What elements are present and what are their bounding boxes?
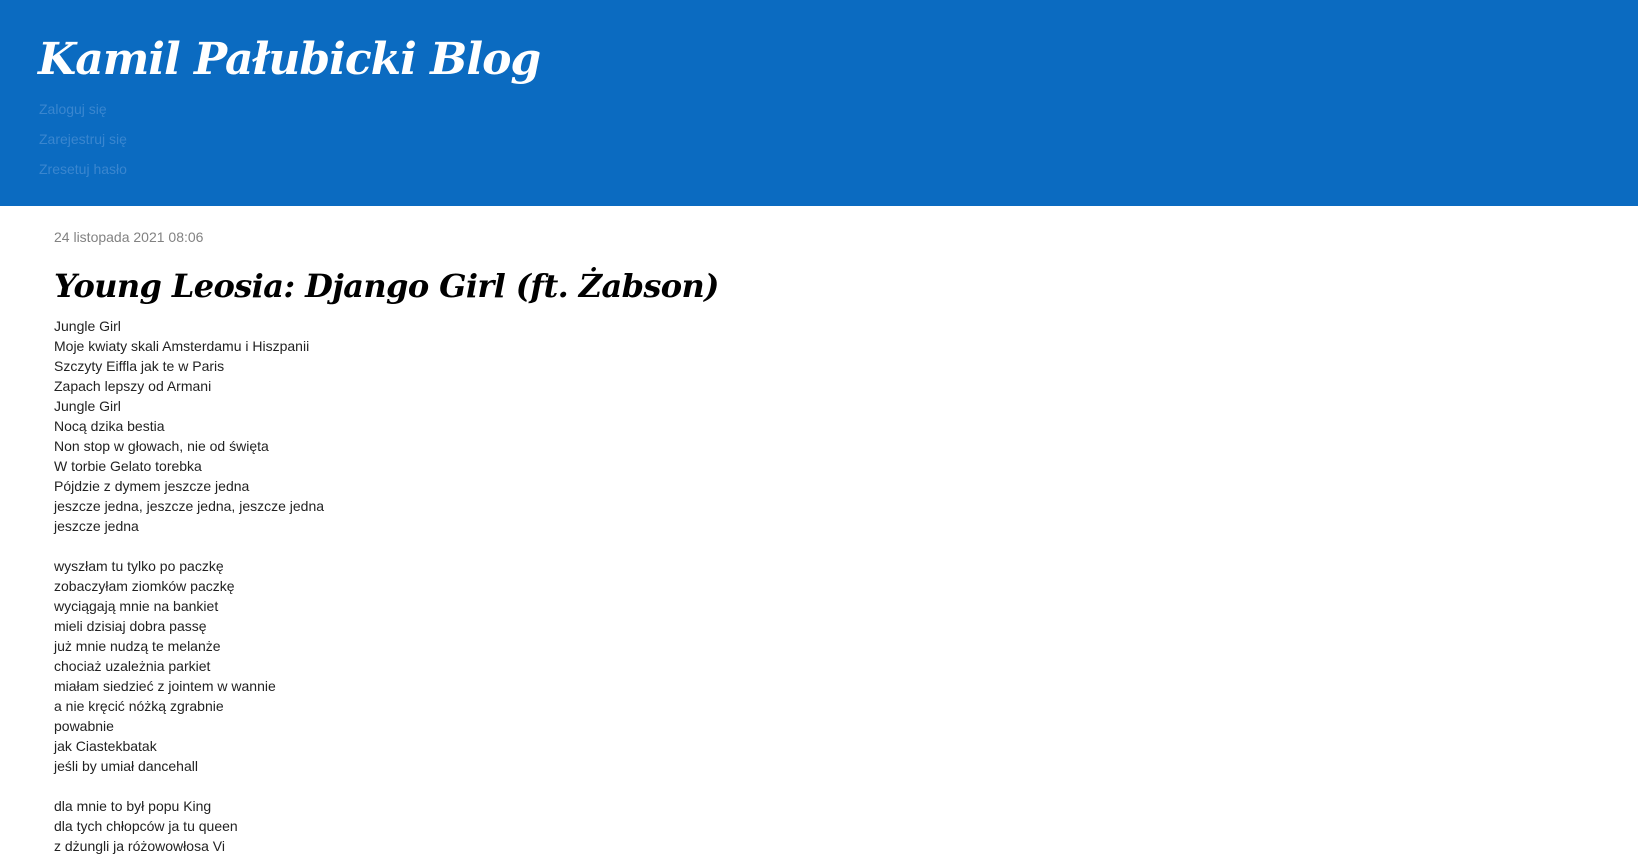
lyric-line: Moje kwiaty skali Amsterdamu i Hiszpanii <box>54 338 310 354</box>
stanza-gap <box>54 536 1554 556</box>
lyric-line: miałam siedzieć z jointem w wannie <box>54 678 276 694</box>
lyric-line: Jungle Girl <box>54 318 121 334</box>
lyric-line: Pójdzie z dymem jeszcze jedna <box>54 478 250 494</box>
lyric-line: Jungle Girl <box>54 398 121 414</box>
lyric-line: z dżungli ja różowowłosa Vi <box>54 838 225 854</box>
lyric-line: a nie kręcić nóżką zgrabnie <box>54 698 224 714</box>
post: 24 listopada 2021 08:06 Young Leosia: Dj… <box>54 226 1554 856</box>
account-nav: Zaloguj się Zarejestruj się Zresetuj has… <box>39 94 127 184</box>
site-title-link[interactable]: Kamil Pałubicki Blog <box>38 28 541 92</box>
post-date: 24 listopada 2021 08:06 <box>54 229 204 245</box>
lyric-line: dla mnie to był popu King <box>54 798 212 814</box>
register-link[interactable]: Zarejestruj się <box>39 124 127 154</box>
lyric-line: zobaczyłam ziomków paczkę <box>54 578 235 594</box>
lyric-line: Non stop w głowach, nie od święta <box>54 438 269 454</box>
lyric-line: jeszcze jedna, jeszcze jedna, jeszcze je… <box>54 498 325 514</box>
lyric-line: jak Ciastekbatak <box>54 738 157 754</box>
lyric-line: mieli dzisiaj dobra passę <box>54 618 207 634</box>
lyric-line: Szczyty Eiffla jak te w Paris <box>54 358 225 374</box>
lyric-line: wyszłam tu tylko po paczkę <box>54 558 224 574</box>
lyric-line: Zapach lepszy od Armani <box>54 378 212 394</box>
lyric-line: już mnie nudzą te melanże <box>54 638 221 654</box>
stanza-gap <box>54 776 1554 796</box>
reset-password-link[interactable]: Zresetuj hasło <box>39 154 127 184</box>
login-link[interactable]: Zaloguj się <box>39 94 127 124</box>
lyric-line: dla tych chłopców ja tu queen <box>54 818 238 834</box>
lyric-line: jeszcze jedna <box>54 518 139 534</box>
main-content: 24 listopada 2021 08:06 Young Leosia: Dj… <box>54 226 1554 856</box>
lyric-line: wyciągają mnie na bankiet <box>54 598 219 614</box>
post-title-link[interactable]: Young Leosia: Django Girl (ft. Żabson) <box>54 266 1554 306</box>
lyric-line: chociaż uzależnia parkiet <box>54 658 211 674</box>
lyric-line: jeśli by umiał dancehall <box>54 758 198 774</box>
lyric-line: powabnie <box>54 718 114 734</box>
lyric-line: W torbie Gelato torebka <box>54 458 202 474</box>
post-body: Jungle Girl Moje kwiaty skali Amsterdamu … <box>54 316 1554 856</box>
lyric-line: Nocą dzika bestia <box>54 418 165 434</box>
page-header: Kamil Pałubicki Blog Zaloguj się Zarejes… <box>0 0 1638 206</box>
